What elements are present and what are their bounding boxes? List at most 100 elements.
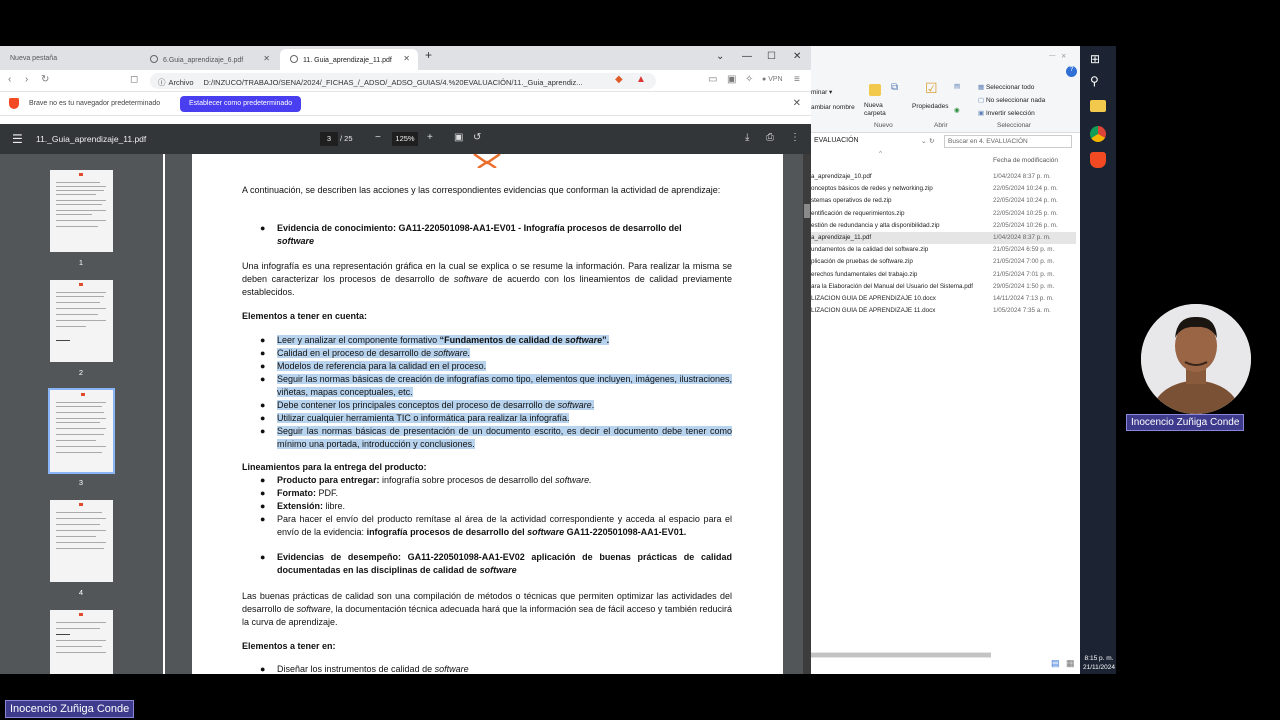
history-icon[interactable]: ◉ xyxy=(954,106,960,114)
horizontal-scrollbar[interactable] xyxy=(811,652,991,658)
menu-icon[interactable]: ☰ xyxy=(12,132,23,146)
invert-selection-button[interactable]: ▣ Invertir selección xyxy=(978,109,1035,117)
properties-button[interactable]: Propiedades xyxy=(912,103,949,110)
file-date: 29/05/2024 1:50 p. m. xyxy=(993,282,1055,290)
new-tab-icon[interactable]: + xyxy=(425,48,432,62)
file-row[interactable]: a_aprendizaje_11.pdf 1/04/2024 8:37 p. m. xyxy=(811,232,1076,244)
wallet-icon[interactable]: ▣ xyxy=(727,74,736,85)
fit-page-icon[interactable]: ▣ xyxy=(454,132,463,143)
file-row[interactable]: LIZACIÓN GUÍA DE APRENDIZAJE 10.docx 14/1… xyxy=(811,293,1076,305)
new-item-icon[interactable]: ⧉ xyxy=(891,82,898,93)
close-icon[interactable]: ✕ xyxy=(793,98,801,109)
system-clock[interactable]: 8:15 p. m. 21/11/2024 xyxy=(1080,654,1118,672)
chrome-icon[interactable] xyxy=(1090,126,1106,142)
text: Utilizar cualquier herramienta TIC o inf… xyxy=(277,413,570,423)
tab-new[interactable]: Nueva pestaña xyxy=(0,49,138,70)
zoom-out-icon[interactable]: − xyxy=(375,132,381,143)
page-thumbnail[interactable] xyxy=(50,280,113,362)
thumbnail-scrollbar[interactable] xyxy=(165,154,173,674)
chevron-down-icon[interactable]: ⌄ xyxy=(921,137,926,145)
text: Debe contener los principales conceptos … xyxy=(277,400,558,410)
more-options-icon[interactable]: ⋮ xyxy=(790,132,800,143)
file-row[interactable]: erechos fundamentales del trabajo.zip 21/… xyxy=(811,269,1076,281)
vpn-button[interactable]: ● VPN xyxy=(762,76,783,83)
ribbon: — ✕ minar ▾ ambiar nombre Nueva carpeta … xyxy=(811,46,1080,133)
details-view-icon[interactable]: ▤ xyxy=(1051,658,1060,669)
list-item: Utilizar cualquier herramienta TIC o inf… xyxy=(277,412,732,425)
leo-icon[interactable]: ✧ xyxy=(745,74,753,85)
brave-rewards-icon[interactable]: ▲ xyxy=(636,74,646,85)
breadcrumb[interactable]: EVALUACIÓN xyxy=(814,137,859,144)
close-icon[interactable]: ✕ xyxy=(403,54,410,63)
chevron-down-icon[interactable]: ⌄ xyxy=(716,51,724,62)
scrollbar-thumb[interactable] xyxy=(811,653,991,657)
explorer-address: EVALUACIÓN ⌄ ↻ Buscar en 4. EVALUACIÓN xyxy=(811,135,1080,149)
close-window-icon[interactable]: ✕ xyxy=(793,51,801,62)
file-row[interactable]: estión de redundancia y alta disponibili… xyxy=(811,220,1076,232)
list-item: Seguir las normas básicas de creación de… xyxy=(277,373,732,399)
help-icon[interactable]: ? xyxy=(1066,66,1077,77)
page-thumbnail[interactable] xyxy=(50,610,113,674)
open-icon[interactable]: ▤ xyxy=(954,82,960,90)
file-row[interactable]: LIZACIÓN GUÍA DE APRENDIZAJE 11.docx 1/05… xyxy=(811,305,1076,317)
bullet: ● xyxy=(260,335,266,345)
page-thumbnail-current[interactable] xyxy=(48,388,115,474)
rotate-icon[interactable]: ↺ xyxy=(473,132,481,143)
bookmark-icon[interactable]: ◻ xyxy=(130,74,138,85)
col-date-header[interactable]: Fecha de modificación xyxy=(993,157,1058,164)
file-row[interactable]: onceptos básicos de redes y networking.z… xyxy=(811,183,1076,195)
sort-icon: ^ xyxy=(879,150,883,157)
column-headers: ^ Fecha de modificación xyxy=(811,150,1080,166)
minimize-icon[interactable]: — xyxy=(742,51,752,62)
zoom-input[interactable]: 125% xyxy=(392,132,418,146)
close-icon[interactable]: ✕ xyxy=(1061,52,1066,60)
refresh-icon[interactable]: ↻ xyxy=(929,137,934,145)
tab-guia-6[interactable]: 6.Guia_aprendizaje_6.pdf ✕ xyxy=(140,49,278,70)
evidence-2: Evidencias de desempeño: GA11-220501098-… xyxy=(277,551,732,577)
file-row[interactable]: a_aprendizaje_10.pdf 1/04/2024 8:37 p. m. xyxy=(811,171,1076,183)
text: Diseñar los instrumentos de calidad de xyxy=(277,664,435,674)
back-icon[interactable]: ‹ xyxy=(8,74,11,85)
bullet: ● xyxy=(260,664,266,674)
rename-button[interactable]: ambiar nombre xyxy=(811,104,855,111)
thumbnail-panel: 1 2 3 4 xyxy=(0,154,163,674)
maximize-icon[interactable]: ☐ xyxy=(767,51,776,62)
file-row[interactable]: stemas operativos de red.zip 22/05/2024 1… xyxy=(811,195,1076,207)
viewer-scrollbar[interactable] xyxy=(803,154,811,674)
file-row[interactable]: ara la Elaboración del Manual del Usuari… xyxy=(811,281,1076,293)
minimize-icon[interactable]: — xyxy=(1049,52,1056,59)
sidebar-icon[interactable]: ▭ xyxy=(708,74,717,85)
brave-icon[interactable] xyxy=(1090,152,1106,168)
file-explorer-icon[interactable] xyxy=(1090,100,1106,112)
select-all-button[interactable]: ▦ Seleccionar todo xyxy=(978,83,1034,91)
delete-button[interactable]: minar ▾ xyxy=(811,88,832,96)
file-row[interactable]: plicación de pruebas de software.zip 21/0… xyxy=(811,256,1076,268)
url-field[interactable]: ⓘ Archivo D:/INZUCO/TRABAJO/SENA/2024/_FIC… xyxy=(150,73,656,89)
download-icon[interactable]: ⤓ xyxy=(745,132,749,143)
print-icon[interactable]: ⎙ xyxy=(766,132,774,143)
new-folder-button[interactable]: Nueva carpeta xyxy=(864,102,890,118)
search-icon[interactable]: ⚲ xyxy=(1090,74,1106,90)
forward-icon[interactable]: › xyxy=(25,74,28,85)
tab-guia-11[interactable]: 11. Guia_aprendizaje_11.pdf ✕ xyxy=(280,49,418,70)
close-icon[interactable]: ✕ xyxy=(263,54,270,63)
select-none-button[interactable]: ▢ No seleccionar nada xyxy=(978,96,1045,104)
large-icons-view-icon[interactable]: ▦ xyxy=(1066,658,1075,669)
page-thumbnail[interactable] xyxy=(50,500,113,582)
globe-icon xyxy=(150,55,158,63)
file-row[interactable]: entificación de requerimientos.zip 22/05/… xyxy=(811,208,1076,220)
scrollbar-thumb[interactable] xyxy=(804,204,810,218)
brave-shield-icon[interactable]: ◆ xyxy=(615,74,623,85)
page-thumbnail[interactable] xyxy=(50,170,113,252)
taskbar: ⊞ ⚲ xyxy=(1080,46,1116,674)
zoom-in-icon[interactable]: + xyxy=(427,132,433,143)
bullet: ● xyxy=(260,475,266,485)
windows-start-icon[interactable]: ⊞ xyxy=(1090,52,1106,68)
practices-paragraph: Las buenas prácticas de calidad son una … xyxy=(242,590,732,628)
page-number-input[interactable]: 3 xyxy=(320,132,338,146)
search-input[interactable]: Buscar en 4. EVALUACIÓN xyxy=(944,135,1072,148)
set-default-button[interactable]: Establecer como predeterminado xyxy=(180,96,302,112)
menu-icon[interactable]: ≡ xyxy=(794,74,800,85)
reload-icon[interactable]: ↻ xyxy=(41,74,49,85)
file-row[interactable]: undamentos de la calidad del software.zi… xyxy=(811,244,1076,256)
